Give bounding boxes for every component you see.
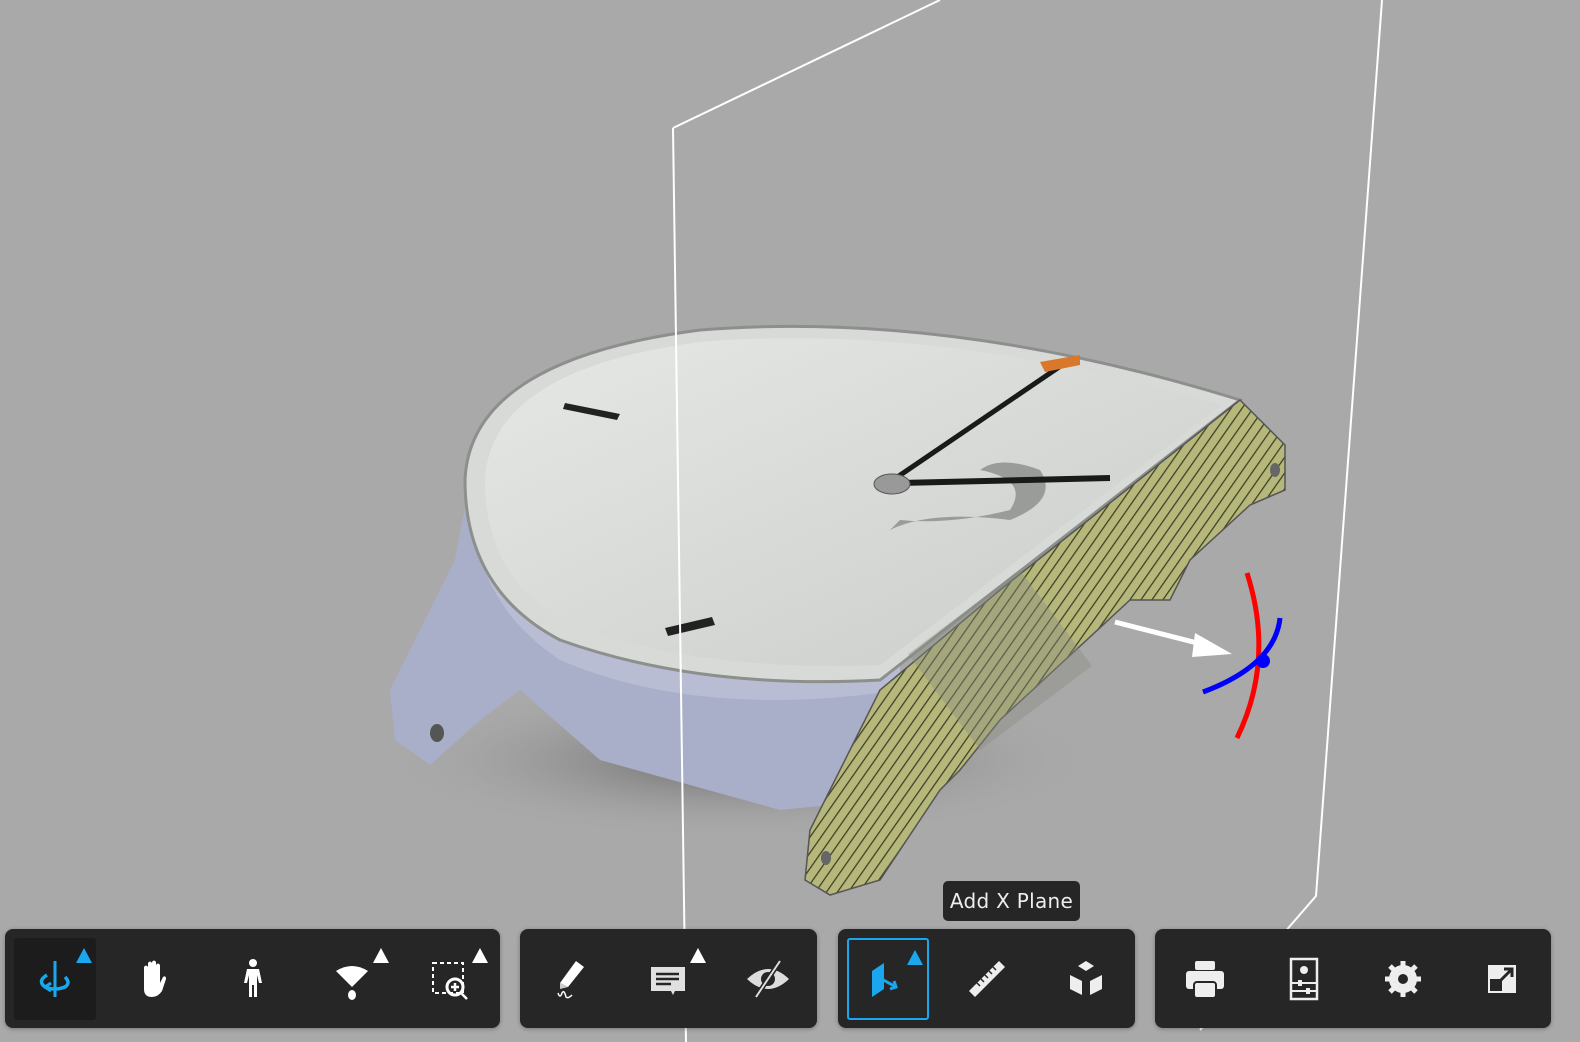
orbit-button[interactable] <box>13 937 96 1020</box>
print-button[interactable] <box>1164 938 1246 1020</box>
review-toolbar <box>520 929 817 1028</box>
fullscreen-button[interactable] <box>1461 938 1543 1020</box>
measure-button[interactable] <box>946 938 1028 1020</box>
printer-icon <box>1185 960 1224 999</box>
fullscreen-icon <box>1487 964 1516 993</box>
markup-button[interactable] <box>529 938 611 1020</box>
clock-model[interactable] <box>380 324 1286 896</box>
properties-button[interactable] <box>1263 938 1345 1020</box>
section-plane-icon <box>871 962 898 997</box>
properties-icon <box>1289 957 1318 1000</box>
flyout-indicator-icon <box>471 947 488 963</box>
zoom-window-icon <box>431 961 468 1000</box>
explode-cube-icon <box>1069 960 1102 995</box>
first-person-button[interactable] <box>212 938 294 1020</box>
pan-button[interactable] <box>113 938 195 1020</box>
gear-icon <box>1384 960 1421 997</box>
comments-button[interactable] <box>628 938 710 1020</box>
flyout-indicator-icon <box>372 947 389 963</box>
flyout-indicator-icon <box>906 949 923 965</box>
analysis-toolbar <box>838 929 1135 1028</box>
camera-view-button[interactable] <box>311 938 393 1020</box>
ruler-icon <box>968 960 1005 997</box>
navigation-toolbar <box>5 929 500 1028</box>
hand-icon <box>143 960 166 997</box>
settings-button[interactable] <box>1362 938 1444 1020</box>
orbit-icon <box>39 960 70 997</box>
flyout-indicator-icon <box>75 947 92 963</box>
explode-model-button[interactable] <box>1045 938 1127 1020</box>
settings-toolbar <box>1155 929 1551 1028</box>
person-icon <box>243 958 262 997</box>
3d-viewport[interactable] <box>0 0 1580 1042</box>
pencil-icon <box>556 960 584 998</box>
hide-button[interactable] <box>727 938 809 1020</box>
flyout-indicator-icon <box>689 947 706 963</box>
zoom-window-button[interactable] <box>410 938 492 1020</box>
section-analysis-button[interactable] <box>846 937 929 1020</box>
camera-view-icon <box>335 965 368 1000</box>
comment-icon <box>650 966 685 995</box>
eye-off-icon <box>746 959 789 998</box>
tooltip: Add X Plane <box>943 881 1080 921</box>
